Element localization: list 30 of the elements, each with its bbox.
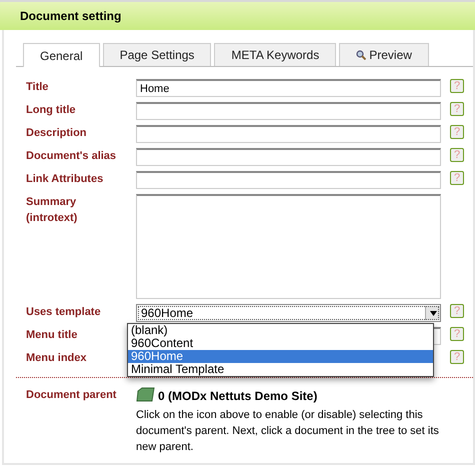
panel-header: Document setting <box>0 0 475 30</box>
field-label: Menu title <box>26 328 78 343</box>
text-field[interactable]: Home <box>136 79 441 97</box>
tab[interactable]: Preview <box>339 43 429 66</box>
tab[interactable]: General <box>23 43 100 67</box>
dropdown-option[interactable]: 960Home <box>128 350 433 363</box>
template-select[interactable]: 960Home <box>136 304 441 322</box>
parent-note: Click on the icon above to enable (or disable) selecting this document's parent. Next, click a document in the tree to set its new parent. <box>136 408 440 455</box>
text-field[interactable] <box>136 148 441 166</box>
field-label: Document parent <box>26 388 118 403</box>
field-label: Summary (introtext) <box>26 195 78 226</box>
tab[interactable]: Page Settings <box>102 43 212 66</box>
parent-name: 0 (MODx Nettuts Demo Site) <box>158 389 318 403</box>
text-field[interactable] <box>136 171 441 189</box>
text-field[interactable] <box>136 102 441 120</box>
field-label: Description <box>26 126 88 141</box>
caret-icon <box>425 306 440 320</box>
magnifier-icon <box>356 50 366 60</box>
field-label: Long title <box>26 103 76 118</box>
field-label: Title <box>26 80 50 95</box>
dropdown-option[interactable]: Minimal Template <box>128 363 433 376</box>
field-label: Menu index <box>26 351 88 366</box>
field-label: Document's alias <box>26 149 118 164</box>
dropdown-option[interactable]: (blank) <box>128 324 433 337</box>
tab[interactable]: META Keywords <box>214 43 336 66</box>
text-field[interactable] <box>136 125 441 143</box>
dropdown-option[interactable]: 960Content <box>128 337 433 350</box>
folder-icon[interactable] <box>136 387 156 403</box>
field-label: Uses template <box>26 305 102 320</box>
field-label: Link Attributes <box>26 172 104 187</box>
